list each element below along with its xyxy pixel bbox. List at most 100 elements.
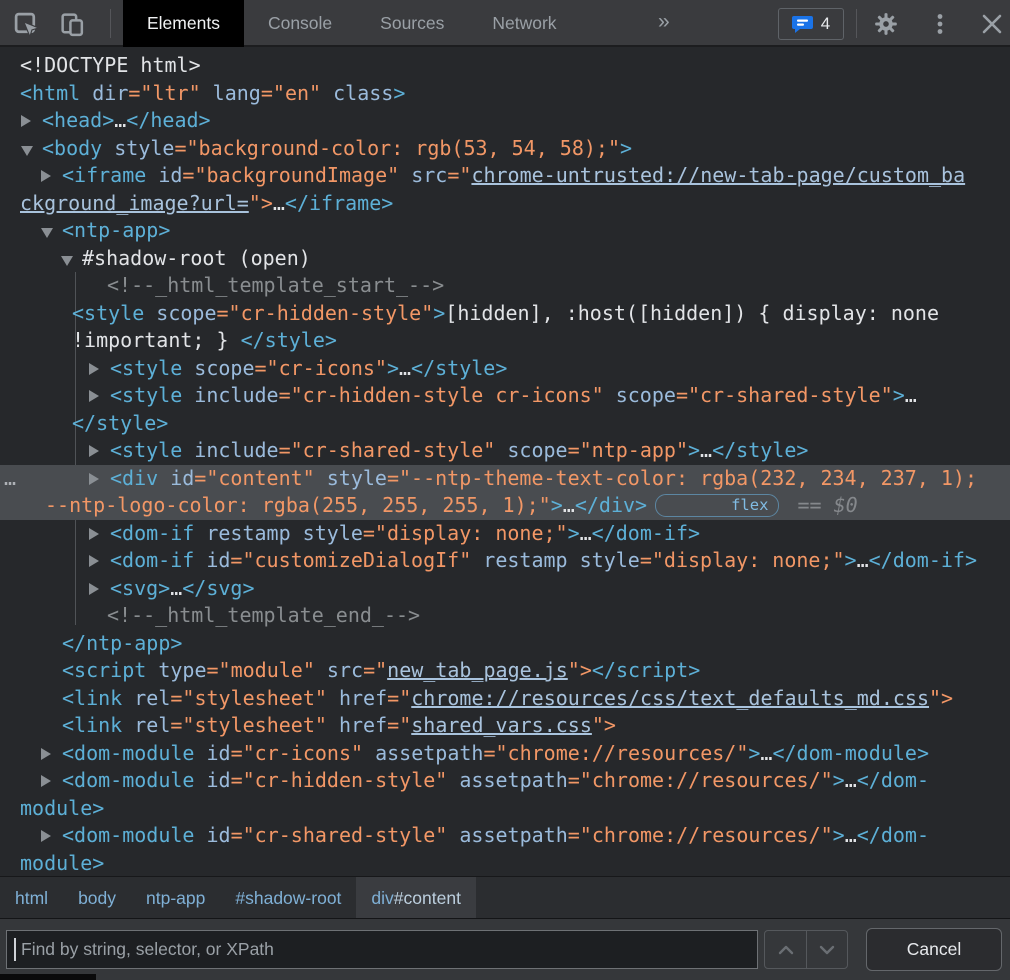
code-segment: =" <box>387 713 411 737</box>
search-previous-button[interactable] <box>765 931 806 968</box>
close-icon[interactable] <box>978 10 1006 38</box>
dom-tree-row[interactable]: <script type="module" src="new_tab_page.… <box>0 657 1010 685</box>
expand-arrow-icon[interactable] <box>41 748 51 760</box>
expand-arrow-icon[interactable] <box>89 555 99 567</box>
dom-tree-row[interactable]: <style include="cr-shared-style" scope="… <box>0 437 1010 465</box>
code-segment: ="chrome://resources/" <box>568 823 833 847</box>
dom-tree-row[interactable]: <dom-module id="cr-hidden-style" assetpa… <box>0 767 1010 822</box>
expand-arrow-icon[interactable] <box>89 473 99 485</box>
dom-tree-row[interactable]: <dom-if restamp style="display: none;">…… <box>0 520 1010 548</box>
tab-sources[interactable]: Sources <box>356 0 468 47</box>
cancel-button[interactable]: Cancel <box>866 928 1002 971</box>
tab-network[interactable]: Network <box>468 0 580 47</box>
toolbar-divider <box>110 9 111 38</box>
code-segment: … <box>700 438 712 462</box>
code-segment: href <box>327 713 387 737</box>
breadcrumb-item-div-content[interactable]: div#content <box>356 877 476 919</box>
dom-tree-row[interactable]: #shadow-root (open) <box>0 245 1010 273</box>
code-segment: style <box>102 136 174 160</box>
breadcrumb-item-html[interactable]: html <box>0 877 63 919</box>
breadcrumb-item-body[interactable]: body <box>63 877 131 919</box>
code-segment: href <box>327 686 387 710</box>
dom-tree-row[interactable]: <!--_html_template_start_--> <box>0 272 1010 300</box>
code-segment: ="display: none;" <box>640 548 845 572</box>
dom-tree-row[interactable]: <!DOCTYPE html> <box>0 52 1010 80</box>
code-segment: ="ltr" <box>128 81 200 105</box>
dom-tree-row[interactable]: <dom-module id="cr-shared-style" assetpa… <box>0 822 1010 876</box>
code-segment: <dom-if <box>110 548 194 572</box>
row-options-dots-icon[interactable]: … <box>4 465 14 493</box>
dom-tree-row[interactable]: <style scope="cr-hidden-style">[hidden],… <box>0 300 1010 355</box>
expand-arrow-icon[interactable] <box>41 830 51 842</box>
dom-tree-row[interactable]: </ntp-app> <box>0 630 1010 658</box>
code-segment: </svg> <box>182 576 254 600</box>
expand-arrow-icon[interactable] <box>89 445 99 457</box>
code-segment: > <box>568 521 580 545</box>
expand-arrow-icon[interactable] <box>89 363 99 375</box>
expand-arrow-icon[interactable] <box>61 256 73 266</box>
dom-tree-row[interactable]: <svg>…</svg> <box>0 575 1010 603</box>
settings-gear-icon[interactable] <box>872 10 900 38</box>
expand-arrow-icon[interactable] <box>21 146 33 156</box>
expand-arrow-icon[interactable] <box>41 775 51 787</box>
code-segment: rel <box>122 686 170 710</box>
flex-badge[interactable]: flex <box>655 494 779 517</box>
tab-elements[interactable]: Elements <box>123 0 244 47</box>
code-segment: ="stylesheet" <box>170 713 327 737</box>
dom-tree-row[interactable]: <link rel="stylesheet" href="shared_vars… <box>0 712 1010 740</box>
breadcrumb-item-ntp-app[interactable]: ntp-app <box>131 877 220 919</box>
expand-arrow-icon[interactable] <box>89 528 99 540</box>
code-segment: =" <box>447 163 471 187</box>
code-segment: <!--_html_template_start_--> <box>107 273 444 297</box>
dom-tree-row[interactable]: <body style="background-color: rgb(53, 5… <box>0 135 1010 163</box>
code-segment: ="en" <box>261 81 321 105</box>
dom-tree-row[interactable]: <style scope="cr-icons">…</style> <box>0 355 1010 383</box>
code-segment: > <box>551 493 563 517</box>
code-segment: ="cr-icons" <box>231 741 363 765</box>
attribute-link[interactable]: shared_vars.css <box>411 713 592 737</box>
search-nav-buttons <box>764 930 848 969</box>
dom-tree-row[interactable]: <iframe id="backgroundImage" src="chrome… <box>0 162 1010 217</box>
dom-tree-row-selected[interactable]: …<div id="content" style="--ntp-theme-te… <box>0 465 1010 520</box>
code-segment: id <box>194 548 230 572</box>
device-toolbar-icon[interactable] <box>58 10 86 38</box>
dom-tree-row[interactable]: <html dir="ltr" lang="en" class> <box>0 80 1010 108</box>
inspect-element-icon[interactable] <box>12 10 40 38</box>
more-options-kebab-icon[interactable] <box>926 10 954 38</box>
code-segment: </script> <box>592 658 700 682</box>
dom-tree-row[interactable]: <!--_html_template_end_--> <box>0 602 1010 630</box>
expand-arrow-icon[interactable] <box>89 390 99 402</box>
code-segment: <html <box>20 81 80 105</box>
more-tabs-icon[interactable]: » <box>648 0 680 47</box>
issues-count: 4 <box>821 14 830 34</box>
dom-tree-row[interactable]: <head>…</head> <box>0 107 1010 135</box>
code-segment: … <box>114 108 126 132</box>
expand-arrow-icon[interactable] <box>41 170 51 182</box>
dom-tree-row[interactable]: <style include="cr-hidden-style cr-icons… <box>0 382 1010 437</box>
expand-arrow-icon[interactable] <box>89 583 99 595</box>
dom-tree-row[interactable]: <dom-module id="cr-icons" assetpath="chr… <box>0 740 1010 768</box>
dom-tree-row[interactable]: <link rel="stylesheet" href="chrome://re… <box>0 685 1010 713</box>
search-input[interactable] <box>6 930 758 969</box>
code-segment: ="cr-hidden-style" <box>217 301 434 325</box>
issues-counter[interactable]: 4 <box>778 8 844 40</box>
code-segment: > <box>688 438 700 462</box>
code-segment: scope <box>144 301 216 325</box>
breadcrumb-item-shadow-root[interactable]: #shadow-root <box>220 877 356 919</box>
expand-arrow-icon[interactable] <box>21 115 31 127</box>
code-segment: <style <box>72 301 144 325</box>
tab-console[interactable]: Console <box>244 0 356 47</box>
dom-tree-row[interactable]: <ntp-app> <box>0 217 1010 245</box>
code-segment: > <box>748 741 760 765</box>
search-next-button[interactable] <box>806 931 847 968</box>
code-segment: </dom-if> <box>592 521 700 545</box>
code-segment: > <box>620 136 632 160</box>
code-segment: <ntp-app> <box>62 218 170 242</box>
dom-tree-row[interactable]: <dom-if id="customizeDialogIf" restamp s… <box>0 547 1010 575</box>
attribute-link[interactable]: chrome://resources/css/text_defaults_md.… <box>411 686 929 710</box>
expand-arrow-icon[interactable] <box>41 228 53 238</box>
code-segment: src <box>399 163 447 187</box>
attribute-link[interactable]: new_tab_page.js <box>387 658 568 682</box>
code-segment: assetpath <box>447 823 567 847</box>
code-segment: =" <box>387 686 411 710</box>
